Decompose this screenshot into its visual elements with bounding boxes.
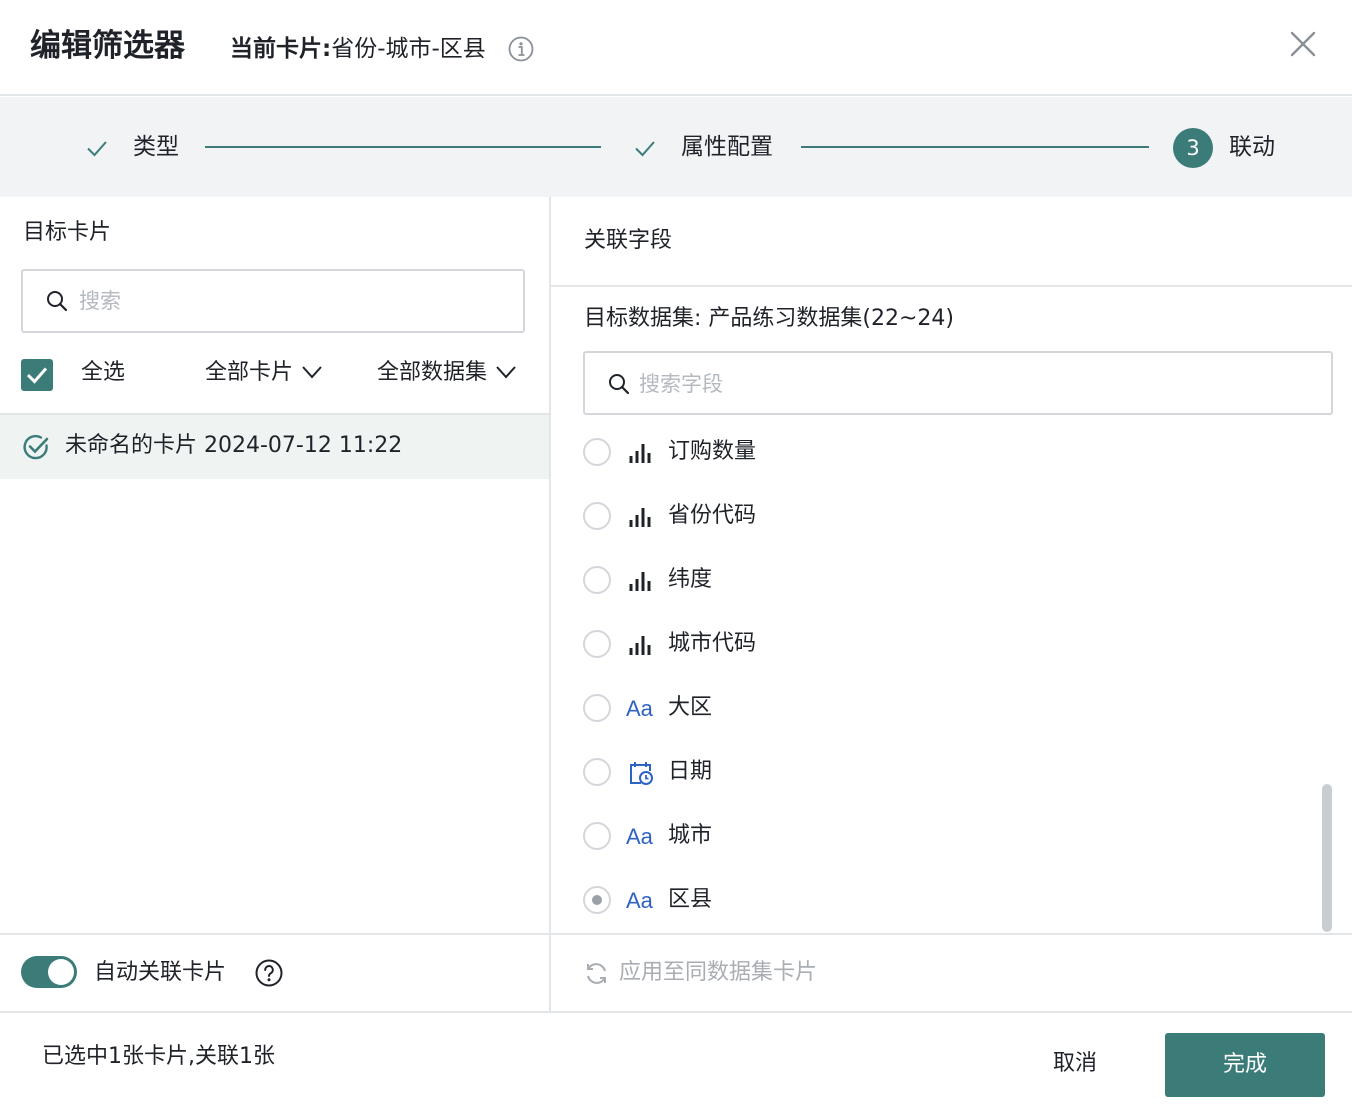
step-attributes: 属性配置	[681, 134, 773, 160]
current-card: 当前卡片:省份-城市-区县	[230, 33, 486, 65]
radio-button[interactable]	[583, 630, 611, 658]
panel-divider	[549, 197, 551, 1011]
step-linkage: 联动	[1229, 134, 1275, 160]
check-circle-icon	[23, 434, 49, 460]
done-button[interactable]: 完成	[1165, 1033, 1325, 1097]
field-option-date[interactable]: 日期	[583, 753, 1283, 793]
search-icon	[47, 291, 68, 312]
divider	[551, 285, 1352, 287]
chevron-down-icon	[496, 365, 516, 378]
field-option-district[interactable]: Aa 区县	[583, 881, 1283, 921]
field-search-input[interactable]	[639, 368, 1309, 400]
card-search-input[interactable]	[79, 285, 509, 317]
field-name: 日期	[668, 759, 713, 784]
field-name: 城市代码	[668, 631, 757, 656]
radio-button[interactable]	[583, 502, 611, 530]
radio-button[interactable]	[583, 438, 611, 466]
bar-chart-icon	[629, 636, 651, 655]
apply-same-dataset-button[interactable]: 应用至同数据集卡片	[584, 958, 817, 988]
field-name: 订购数量	[668, 439, 757, 464]
field-name: 区县	[668, 887, 713, 912]
field-name: 省份代码	[668, 503, 757, 528]
target-cards-title: 目标卡片	[23, 220, 112, 245]
field-option-province-code[interactable]: 省份代码	[583, 497, 1283, 537]
divider	[0, 1011, 1352, 1013]
refresh-icon	[587, 963, 606, 984]
apply-label: 应用至同数据集卡片	[619, 960, 818, 985]
scrollbar[interactable]	[1322, 784, 1332, 932]
card-list-item[interactable]: 未命名的卡片 2024-07-12 11:22	[0, 415, 549, 479]
text-type-icon: Aa	[626, 888, 653, 913]
divider	[0, 933, 1352, 935]
bar-chart-icon	[629, 508, 651, 527]
radio-button[interactable]	[583, 822, 611, 850]
radio-button-selected[interactable]	[583, 886, 611, 914]
radio-button[interactable]	[583, 694, 611, 722]
field-option-city-code[interactable]: 城市代码	[583, 625, 1283, 665]
dialog-title: 编辑筛选器	[30, 28, 185, 64]
field-name: 城市	[668, 823, 713, 848]
search-icon	[609, 374, 630, 395]
field-name: 大区	[668, 695, 713, 720]
radio-button[interactable]	[583, 758, 611, 786]
target-dataset-label: 目标数据集: 产品练习数据集(22~24)	[584, 306, 954, 331]
all-cards-dropdown[interactable]: 全部卡片	[205, 358, 323, 388]
field-option-latitude[interactable]: 纬度	[583, 561, 1283, 601]
field-option-city[interactable]: Aa 城市	[583, 817, 1283, 857]
all-datasets-dropdown[interactable]: 全部数据集	[377, 358, 517, 388]
field-search[interactable]	[583, 351, 1333, 415]
step-connector	[801, 146, 1149, 148]
text-type-icon: Aa	[626, 824, 653, 849]
select-all-label[interactable]: 全选	[81, 358, 125, 388]
auto-link-toggle[interactable]	[21, 956, 77, 988]
bar-chart-icon	[629, 572, 651, 591]
check-icon	[26, 367, 48, 384]
card-name: 未命名的卡片 2024-07-12 11:22	[65, 433, 403, 458]
select-all-checkbox[interactable]	[21, 359, 53, 391]
selection-status: 已选中1张卡片,关联1张	[42, 1044, 275, 1069]
check-icon	[87, 141, 107, 157]
calendar-icon	[630, 762, 653, 785]
step-number-badge: 3	[1173, 128, 1213, 168]
info-icon[interactable]	[508, 36, 534, 62]
field-name: 纬度	[668, 567, 713, 592]
step-type: 类型	[133, 134, 179, 160]
text-type-icon: Aa	[626, 696, 653, 721]
current-card-value: 省份-城市-区县	[331, 36, 486, 62]
cancel-button[interactable]: 取消	[1040, 1048, 1110, 1080]
all-datasets-label: 全部数据集	[377, 360, 488, 385]
field-option-order-quantity[interactable]: 订购数量	[583, 433, 1283, 473]
check-icon	[635, 141, 655, 157]
card-search[interactable]	[21, 269, 525, 333]
dialog-header: 编辑筛选器 当前卡片:省份-城市-区县	[0, 0, 1352, 96]
steps-bar: 类型 属性配置 联动	[0, 97, 1352, 197]
step-connector	[205, 146, 601, 148]
all-cards-label: 全部卡片	[205, 360, 294, 385]
chevron-down-icon	[302, 365, 322, 378]
close-icon[interactable]	[1288, 29, 1318, 59]
linked-fields-title: 关联字段	[584, 228, 673, 253]
field-option-region[interactable]: Aa 大区	[583, 689, 1283, 729]
bar-chart-icon	[629, 444, 651, 463]
help-icon[interactable]	[255, 959, 283, 987]
radio-button[interactable]	[583, 566, 611, 594]
current-card-label: 当前卡片:	[230, 36, 332, 62]
auto-link-label: 自动关联卡片	[94, 960, 227, 985]
